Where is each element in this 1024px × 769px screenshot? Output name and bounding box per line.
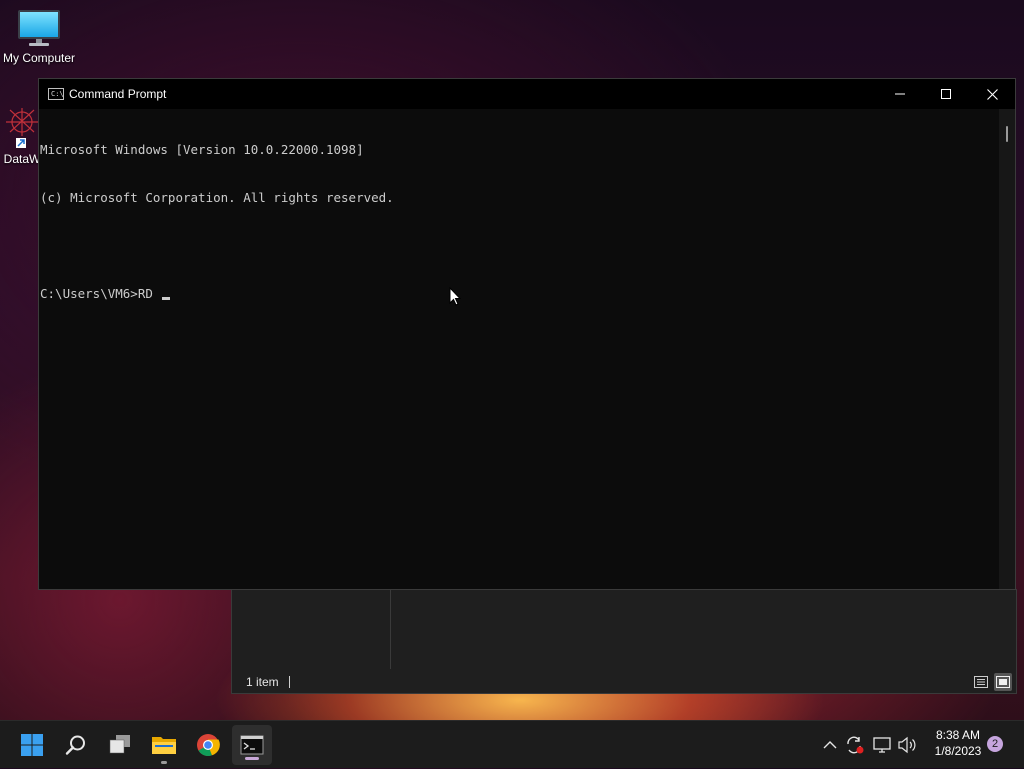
console-prompt: C:\Users\VM6>RD [40,286,161,301]
large-icons-view-icon[interactable] [994,673,1012,691]
running-indicator [161,761,167,764]
scrollbar-thumb[interactable] [1006,126,1008,142]
sync-button[interactable] [845,735,865,755]
running-indicator [245,757,259,760]
datawrapper-app-icon [6,108,38,148]
details-view-icon[interactable] [972,673,990,691]
command-prompt-window[interactable]: C:\ Command Prompt Microsoft Windows [Ve… [38,78,1016,590]
windows-start-icon [21,734,43,756]
file-explorer-window: 1 item [231,589,1017,694]
mouse-pointer-icon [449,287,461,306]
chrome-button[interactable] [188,721,228,769]
system-clock[interactable]: 8:38 AM 1/8/2023 [925,727,991,759]
text-cursor [162,297,171,300]
console-output[interactable]: Microsoft Windows [Version 10.0.22000.10… [39,109,999,589]
search-button[interactable] [56,721,96,769]
status-bar: 1 item [232,671,1016,693]
monitor-icon [18,10,60,46]
folder-icon [152,737,176,754]
command-prompt-icon [240,735,264,755]
console-line: Microsoft Windows [Version 10.0.22000.10… [40,142,364,157]
minimize-icon [895,93,905,95]
task-view-button[interactable] [100,721,140,769]
pane-divider [390,589,391,669]
start-button[interactable] [12,721,52,769]
volume-icon [898,736,916,754]
title-bar[interactable]: C:\ Command Prompt [39,79,1015,109]
close-button[interactable] [969,79,1015,109]
task-view-icon [109,735,130,754]
item-count: 1 item [246,675,279,689]
search-icon [65,735,85,755]
chrome-icon [197,734,220,757]
close-icon [986,88,998,100]
view-toggle [972,673,1012,691]
show-hidden-icons-button[interactable] [820,735,840,755]
desktop-icon-my-computer[interactable]: My Computer [0,8,78,65]
volume-button[interactable] [897,735,917,755]
desktop-icon-label: My Computer [2,51,76,65]
minimize-button[interactable] [877,79,923,109]
notification-badge[interactable]: 2 [987,736,1003,752]
vertical-scrollbar[interactable] [999,109,1015,589]
command-prompt-taskbar-button[interactable] [232,725,272,765]
network-button[interactable] [872,735,892,755]
desktop-icon-label: DataW [3,152,41,166]
chevron-up-icon [823,741,837,749]
taskbar: 8:38 AM 1/8/2023 [0,720,1024,768]
clock-time: 8:38 AM [935,728,981,742]
maximize-button[interactable] [923,79,969,109]
console-prompt-line[interactable]: C:\Users\VM6>RD [40,286,999,302]
window-title: Command Prompt [69,87,167,101]
console-line: (c) Microsoft Corporation. All rights re… [40,190,394,205]
clock-date: 1/8/2023 [934,744,982,758]
maximize-icon [941,89,951,99]
status-separator [288,676,290,688]
sync-icon [847,736,864,754]
command-prompt-icon: C:\ [48,88,64,100]
network-icon [873,737,891,753]
file-explorer-button[interactable] [144,721,184,769]
